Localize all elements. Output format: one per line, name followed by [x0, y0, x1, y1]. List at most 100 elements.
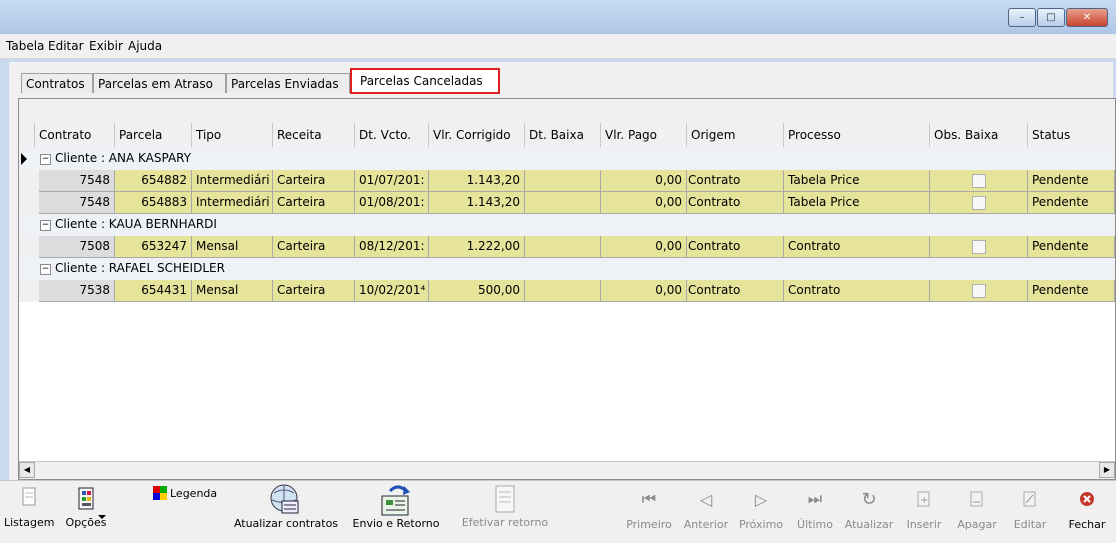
horizontal-scrollbar[interactable]: ◀ ▶	[19, 461, 1115, 479]
cell-status: Pendente	[1028, 170, 1115, 192]
group-row[interactable]: − Cliente : RAFAEL SCHEIDLER	[19, 258, 1115, 281]
menu-ajuda[interactable]: Ajuda	[128, 39, 162, 53]
atualizar-contratos-button[interactable]: Atualizar contratos	[233, 483, 339, 530]
cell-status: Pendente	[1028, 280, 1115, 302]
listagem-icon	[4, 487, 54, 507]
envio-retorno-label: Envio e Retorno	[352, 517, 440, 530]
col-receita[interactable]: Receita	[273, 123, 355, 147]
proximo-button[interactable]: ▷ Próximo	[736, 489, 786, 532]
last-icon: ⏭	[807, 489, 823, 508]
grid-header: Contrato Parcela Tipo Receita Dt. Vcto. …	[19, 123, 1115, 149]
group-row[interactable]: − Cliente : ANA KASPARY	[19, 148, 1115, 171]
table-row[interactable]: 7538 654431 Mensal Carteira 10/02/201⁴ 5…	[19, 280, 1115, 302]
group-row[interactable]: − Cliente : KAUA BERNHARDI	[19, 214, 1115, 237]
obs-baixa-checkbox[interactable]	[971, 196, 986, 210]
editar-button[interactable]: Editar	[1012, 489, 1048, 531]
cell-dt-baixa	[525, 236, 601, 258]
opcoes-icon	[60, 487, 112, 511]
table-row[interactable]: 7508 653247 Mensal Carteira 08/12/201: 1…	[19, 236, 1115, 258]
cell-processo: Tabela Price	[784, 170, 930, 192]
minimize-icon[interactable]: –	[1008, 8, 1036, 27]
cell-processo: Contrato	[784, 236, 930, 258]
atualizar-button[interactable]: ↻ Atualizar	[842, 488, 896, 532]
cell-contrato: 7538	[39, 280, 115, 302]
efetivar-retorno-button[interactable]: Efetivar retorno	[455, 485, 555, 529]
col-origem[interactable]: Origem	[687, 123, 784, 147]
col-obs-baixa[interactable]: Obs. Baixa	[930, 123, 1028, 147]
col-parcela[interactable]: Parcela	[115, 123, 192, 147]
cell-origem: Contrato	[687, 236, 784, 258]
maximize-icon[interactable]: □	[1037, 8, 1065, 27]
tab-parcelas-canceladas[interactable]: Parcelas Canceladas	[350, 68, 500, 94]
menu-exibir[interactable]: Exibir	[89, 39, 123, 53]
cell-vlr-corrigido: 500,00	[429, 280, 525, 302]
col-processo[interactable]: Processo	[784, 123, 930, 147]
tab-contratos[interactable]: Contratos	[21, 73, 93, 93]
cell-obs-baixa	[930, 170, 1028, 192]
col-vlr-pago[interactable]: Vlr. Pago	[601, 123, 687, 147]
ultimo-button[interactable]: ⏭ Último	[795, 489, 835, 531]
cell-parcela: 653247	[115, 236, 192, 258]
cell-vlr-pago: 0,00	[601, 236, 687, 258]
tab-parcelas-em-atraso[interactable]: Parcelas em Atraso	[93, 73, 226, 93]
col-dt-vcto[interactable]: Dt. Vcto.	[355, 123, 429, 147]
primeiro-button[interactable]: ⏮ Primeiro	[624, 489, 674, 531]
obs-baixa-checkbox[interactable]	[971, 174, 986, 188]
cell-dt-baixa	[525, 192, 601, 214]
cell-obs-baixa	[930, 280, 1028, 302]
inserir-button[interactable]: + Inserir	[904, 489, 944, 531]
menu-bar: Tabela Editar Exibir Ajuda	[0, 34, 1116, 59]
header-indicator	[19, 123, 35, 147]
cell-tipo: Mensal	[192, 236, 273, 258]
menu-editar[interactable]: Editar	[48, 39, 84, 53]
obs-baixa-checkbox[interactable]	[971, 240, 986, 254]
legenda-label: Legenda	[170, 486, 218, 500]
cell-tipo: Intermediári	[192, 170, 273, 192]
listagem-button[interactable]: Listagem	[4, 487, 54, 529]
cell-contrato: 7508	[39, 236, 115, 258]
anterior-label: Anterior	[683, 518, 729, 531]
menu-tabela[interactable]: Tabela	[6, 39, 44, 53]
ultimo-label: Último	[797, 518, 833, 531]
col-status[interactable]: Status	[1028, 123, 1115, 147]
bottom-toolbar: Listagem Opções Legenda Atualizar contra…	[0, 480, 1116, 543]
col-tipo[interactable]: Tipo	[192, 123, 273, 147]
table-row[interactable]: 7548 654882 Intermediári Carteira 01/07/…	[19, 170, 1115, 192]
cell-dt-vcto: 08/12/201:	[355, 236, 429, 258]
row-indent	[19, 170, 40, 192]
cell-receita: Carteira	[273, 170, 355, 192]
primeiro-label: Primeiro	[626, 518, 672, 531]
refresh-icon: ↻	[861, 488, 877, 510]
close-circle-icon	[1064, 489, 1110, 509]
scroll-right-icon[interactable]: ▶	[1099, 462, 1115, 478]
scroll-left-icon[interactable]: ◀	[19, 462, 35, 478]
apagar-button[interactable]: Apagar	[954, 489, 1000, 531]
delete-icon	[954, 489, 1000, 509]
anterior-button[interactable]: ◁ Anterior	[682, 489, 730, 532]
cell-status: Pendente	[1028, 236, 1115, 258]
svg-text:+: +	[920, 495, 928, 506]
insert-icon: +	[904, 489, 944, 509]
cell-processo: Tabela Price	[784, 192, 930, 214]
opcoes-button[interactable]: Opções	[60, 487, 112, 529]
cell-parcela: 654882	[115, 170, 192, 192]
close-icon[interactable]: ✕	[1066, 8, 1108, 27]
tab-parcelas-enviadas[interactable]: Parcelas Enviadas	[226, 73, 350, 93]
obs-baixa-checkbox[interactable]	[971, 284, 986, 298]
legenda-button[interactable]: Legenda	[153, 486, 217, 500]
collapse-icon[interactable]: −	[40, 264, 51, 275]
cell-vlr-pago: 0,00	[601, 192, 687, 214]
opcoes-dropdown-icon[interactable]	[98, 515, 106, 519]
collapse-icon[interactable]: −	[40, 220, 51, 231]
col-dt-baixa[interactable]: Dt. Baixa	[525, 123, 601, 147]
envio-retorno-icon	[346, 483, 446, 517]
envio-retorno-button[interactable]: Envio e Retorno	[346, 483, 446, 530]
col-vlr-corrigido[interactable]: Vlr. Corrigido	[429, 123, 525, 147]
cell-vlr-corrigido: 1.143,20	[429, 170, 525, 192]
fechar-button[interactable]: Fechar	[1064, 489, 1110, 531]
group-label: Cliente : KAUA BERNHARDI	[55, 217, 217, 231]
collapse-icon[interactable]: −	[40, 154, 51, 165]
group-by-panel	[19, 99, 1115, 124]
table-row[interactable]: 7548 654883 Intermediári Carteira 01/08/…	[19, 192, 1115, 214]
col-contrato[interactable]: Contrato	[35, 123, 115, 147]
